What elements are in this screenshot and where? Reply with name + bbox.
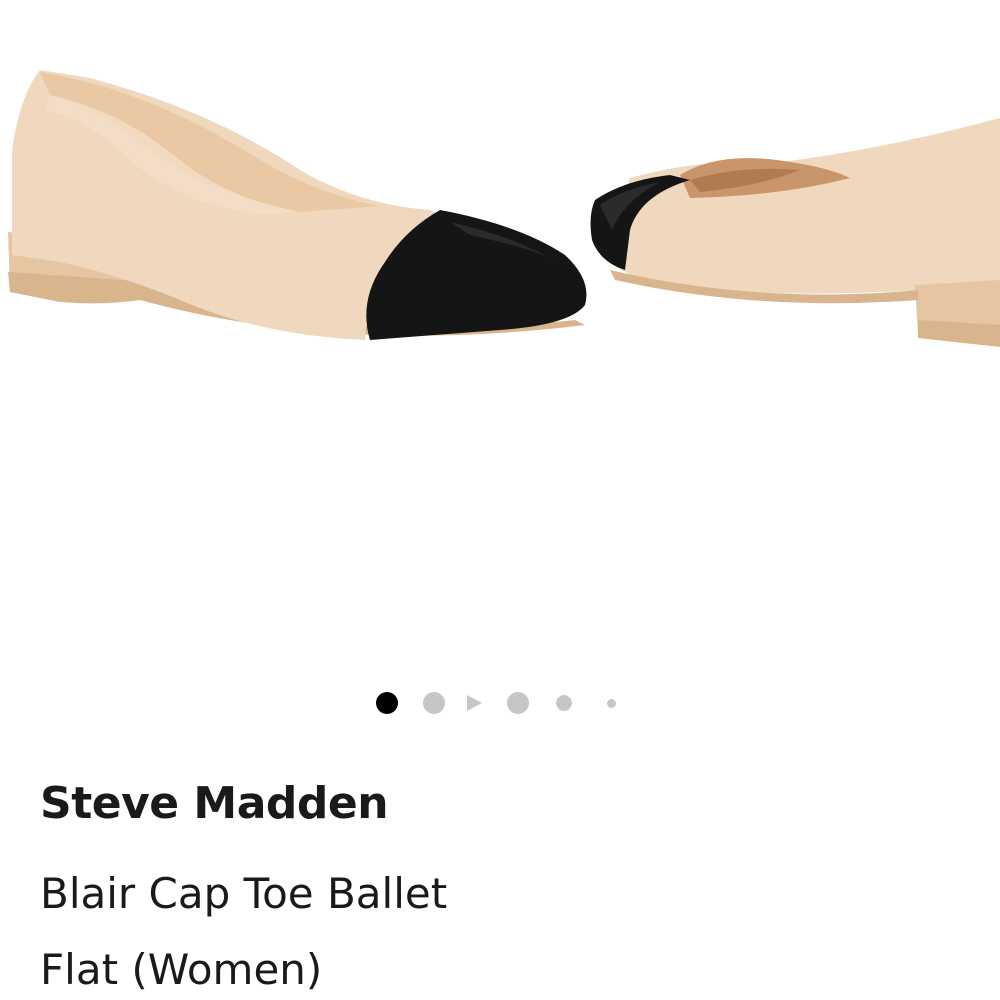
left-shoe	[8, 70, 587, 340]
gallery-dot-1[interactable]	[376, 692, 398, 714]
play-icon[interactable]	[467, 695, 482, 711]
product-title-line-1: Blair Cap Toe Ballet	[40, 869, 448, 918]
product-image[interactable]	[0, 0, 1000, 660]
product-image-gallery[interactable]	[0, 0, 1000, 660]
product-title: Blair Cap Toe Ballet Flat (Women)	[40, 856, 600, 1000]
gallery-dot-5[interactable]	[556, 695, 572, 711]
gallery-dot-4[interactable]	[507, 692, 529, 714]
product-page: Steve Madden Blair Cap Toe Ballet Flat (…	[0, 0, 1000, 1000]
gallery-dot-2[interactable]	[423, 692, 445, 714]
gallery-pagination	[0, 686, 1000, 720]
brand-name[interactable]: Steve Madden	[40, 778, 389, 829]
product-title-line-2: Flat (Women)	[40, 945, 323, 994]
right-shoe	[590, 118, 1000, 347]
gallery-dot-6[interactable]	[607, 699, 616, 708]
